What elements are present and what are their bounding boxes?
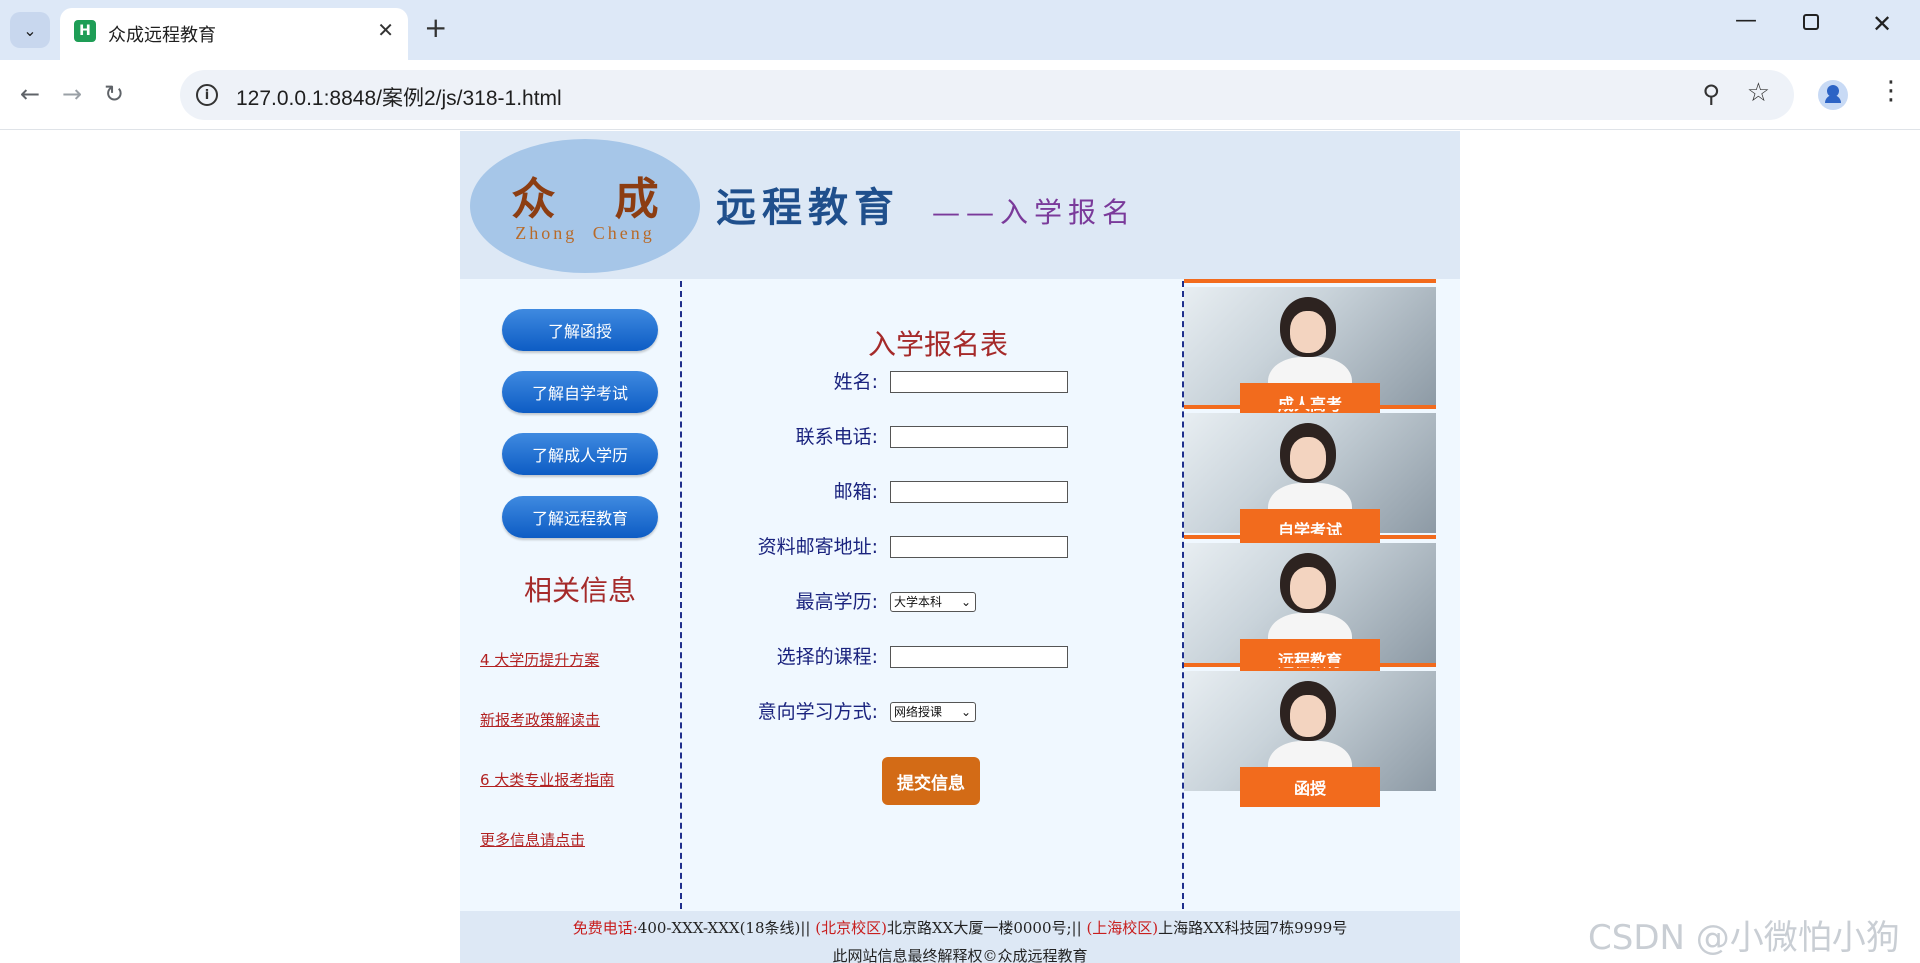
label-course: 选择的课程: xyxy=(776,646,878,668)
footer-beijing-address: 北京路XX大厦一楼0000号;|| xyxy=(886,919,1082,937)
window-close-icon[interactable]: ✕ xyxy=(1872,10,1892,38)
btn-distance-education[interactable]: 了解远程教育 xyxy=(502,496,658,538)
footer-shanghai-address: 上海路XX科技园7栋9999号 xyxy=(1158,919,1348,937)
btn-correspondence[interactable]: 了解函授 xyxy=(502,309,658,351)
address-bar[interactable]: i 127.0.0.1:8848/案例2/js/318-1.html ⚲ ☆ xyxy=(180,70,1794,120)
related-info-heading: 相关信息 xyxy=(523,574,636,607)
bookmark-star-icon[interactable]: ☆ xyxy=(1747,78,1770,108)
reload-icon[interactable]: ↻ xyxy=(104,80,124,108)
btn-self-study-exam[interactable]: 了解自学考试 xyxy=(502,371,658,413)
link-major-guide[interactable]: 6 大类专业报考指南 xyxy=(480,769,614,790)
input-phone[interactable] xyxy=(890,426,1068,448)
browser-tab-strip: ⌄ H 众成远程教育 ✕ + — ✕ xyxy=(0,0,1920,60)
promo-card[interactable]: 自学考试 xyxy=(1184,405,1436,555)
select-education[interactable]: 大学本科 ⌄ xyxy=(890,592,976,612)
url-text[interactable]: 127.0.0.1:8848/案例2/js/318-1.html xyxy=(236,82,562,112)
site-title: 远程教育 xyxy=(716,184,900,231)
student-face xyxy=(1290,567,1326,609)
link-policy[interactable]: 新报考政策解读击 xyxy=(480,709,600,730)
student-face xyxy=(1290,437,1326,479)
window-minimize-icon[interactable]: — xyxy=(1735,8,1757,33)
student-face xyxy=(1290,695,1326,737)
site-info-icon[interactable]: i xyxy=(196,84,218,106)
promo-column: 成人高考自学考试远程教育函授 xyxy=(1184,279,1460,909)
label-email: 邮箱: xyxy=(833,481,878,503)
input-address[interactable] xyxy=(890,536,1068,558)
logo-sub-text: Zhong Cheng xyxy=(515,223,655,243)
promo-label[interactable]: 函授 xyxy=(1240,767,1380,807)
forward-arrow-icon[interactable]: → xyxy=(62,80,82,108)
tab-title: 众成远程教育 xyxy=(108,25,216,46)
label-address: 资料邮寄地址: xyxy=(757,536,878,558)
browser-menu-icon[interactable]: ⋮ xyxy=(1878,78,1904,104)
left-sidebar: 了解函授 了解自学考试 了解成人学历 了解远程教育 相关信息 4 大学历提升方案… xyxy=(460,279,680,909)
student-face xyxy=(1290,311,1326,353)
profile-avatar-icon[interactable] xyxy=(1818,80,1848,110)
footer-contact-line: 免费电话:400-XXX-XXX(18条线)|| (北京校区)北京路XX大厦一楼… xyxy=(460,917,1460,938)
submit-button[interactable]: 提交信息 xyxy=(882,757,980,805)
tab-search-button[interactable]: ⌄ xyxy=(10,12,50,48)
footer-shanghai-label: (上海校区) xyxy=(1086,919,1159,937)
browser-tab[interactable]: H 众成远程教育 ✕ xyxy=(60,8,408,60)
label-education: 最高学历: xyxy=(795,591,878,613)
chevron-down-icon: ⌄ xyxy=(23,20,37,40)
label-study-mode: 意向学习方式: xyxy=(757,701,878,723)
site-header: 众 成 Zhong Cheng 远程教育 ——入学报名 xyxy=(460,131,1460,279)
logo-main-text: 众 成 xyxy=(511,174,681,225)
chevron-down-icon: ⌄ xyxy=(960,595,971,609)
label-name: 姓名: xyxy=(833,371,878,393)
footer-copyright: 此网站信息最终解释权©众成远程教育 xyxy=(832,947,1088,963)
site-logo: 众 成 Zhong Cheng xyxy=(470,139,700,273)
select-study-mode[interactable]: 网络授课 ⌄ xyxy=(890,702,976,722)
promo-accent-bar xyxy=(1184,535,1436,539)
promo-accent-bar xyxy=(1184,279,1436,283)
back-arrow-icon[interactable]: ← xyxy=(20,80,40,108)
window-restore-icon[interactable] xyxy=(1803,14,1819,30)
site-footer: 免费电话:400-XXX-XXX(18条线)|| (北京校区)北京路XX大厦一楼… xyxy=(460,911,1460,963)
hbuilder-favicon-icon: H xyxy=(74,20,96,42)
zoom-out-icon[interactable]: ⚲ xyxy=(1702,80,1720,108)
promo-card[interactable]: 函授 xyxy=(1184,663,1436,813)
form-title: 入学报名表 xyxy=(867,328,1008,361)
page-container: 众 成 Zhong Cheng 远程教育 ——入学报名 了解函授 了解自学考试 … xyxy=(460,131,1460,963)
footer-phone: 400-XXX-XXX(18条线)|| xyxy=(637,919,811,937)
link-degree-plan[interactable]: 4 大学历提升方案 xyxy=(480,649,599,670)
browser-toolbar: ← → ↻ i 127.0.0.1:8848/案例2/js/318-1.html… xyxy=(0,60,1920,130)
label-phone: 联系电话: xyxy=(795,426,878,448)
registration-form: 入学报名表 姓名: 联系电话: 邮箱: 资料邮寄地址: 最高学历: 大学本科 ⌄… xyxy=(682,279,1182,909)
btn-adult-education[interactable]: 了解成人学历 xyxy=(502,433,658,475)
tab-close-icon[interactable]: ✕ xyxy=(377,18,394,42)
site-subtitle: ——入学报名 xyxy=(932,196,1137,229)
promo-accent-bar xyxy=(1184,405,1436,409)
link-more-info[interactable]: 更多信息请点击 xyxy=(480,829,585,850)
promo-accent-bar xyxy=(1184,663,1436,667)
new-tab-plus-icon[interactable]: + xyxy=(424,12,447,44)
csdn-watermark: CSDN @小微怕小狗 xyxy=(1588,918,1900,958)
input-email[interactable] xyxy=(890,481,1068,503)
input-course[interactable] xyxy=(890,646,1068,668)
select-education-value: 大学本科 xyxy=(894,595,943,609)
footer-beijing-label: (北京校区) xyxy=(815,919,887,937)
footer-phone-label: 免费电话: xyxy=(572,919,638,937)
input-name[interactable] xyxy=(890,371,1068,393)
chevron-down-icon: ⌄ xyxy=(960,705,971,719)
select-study-mode-value: 网络授课 xyxy=(894,705,943,719)
